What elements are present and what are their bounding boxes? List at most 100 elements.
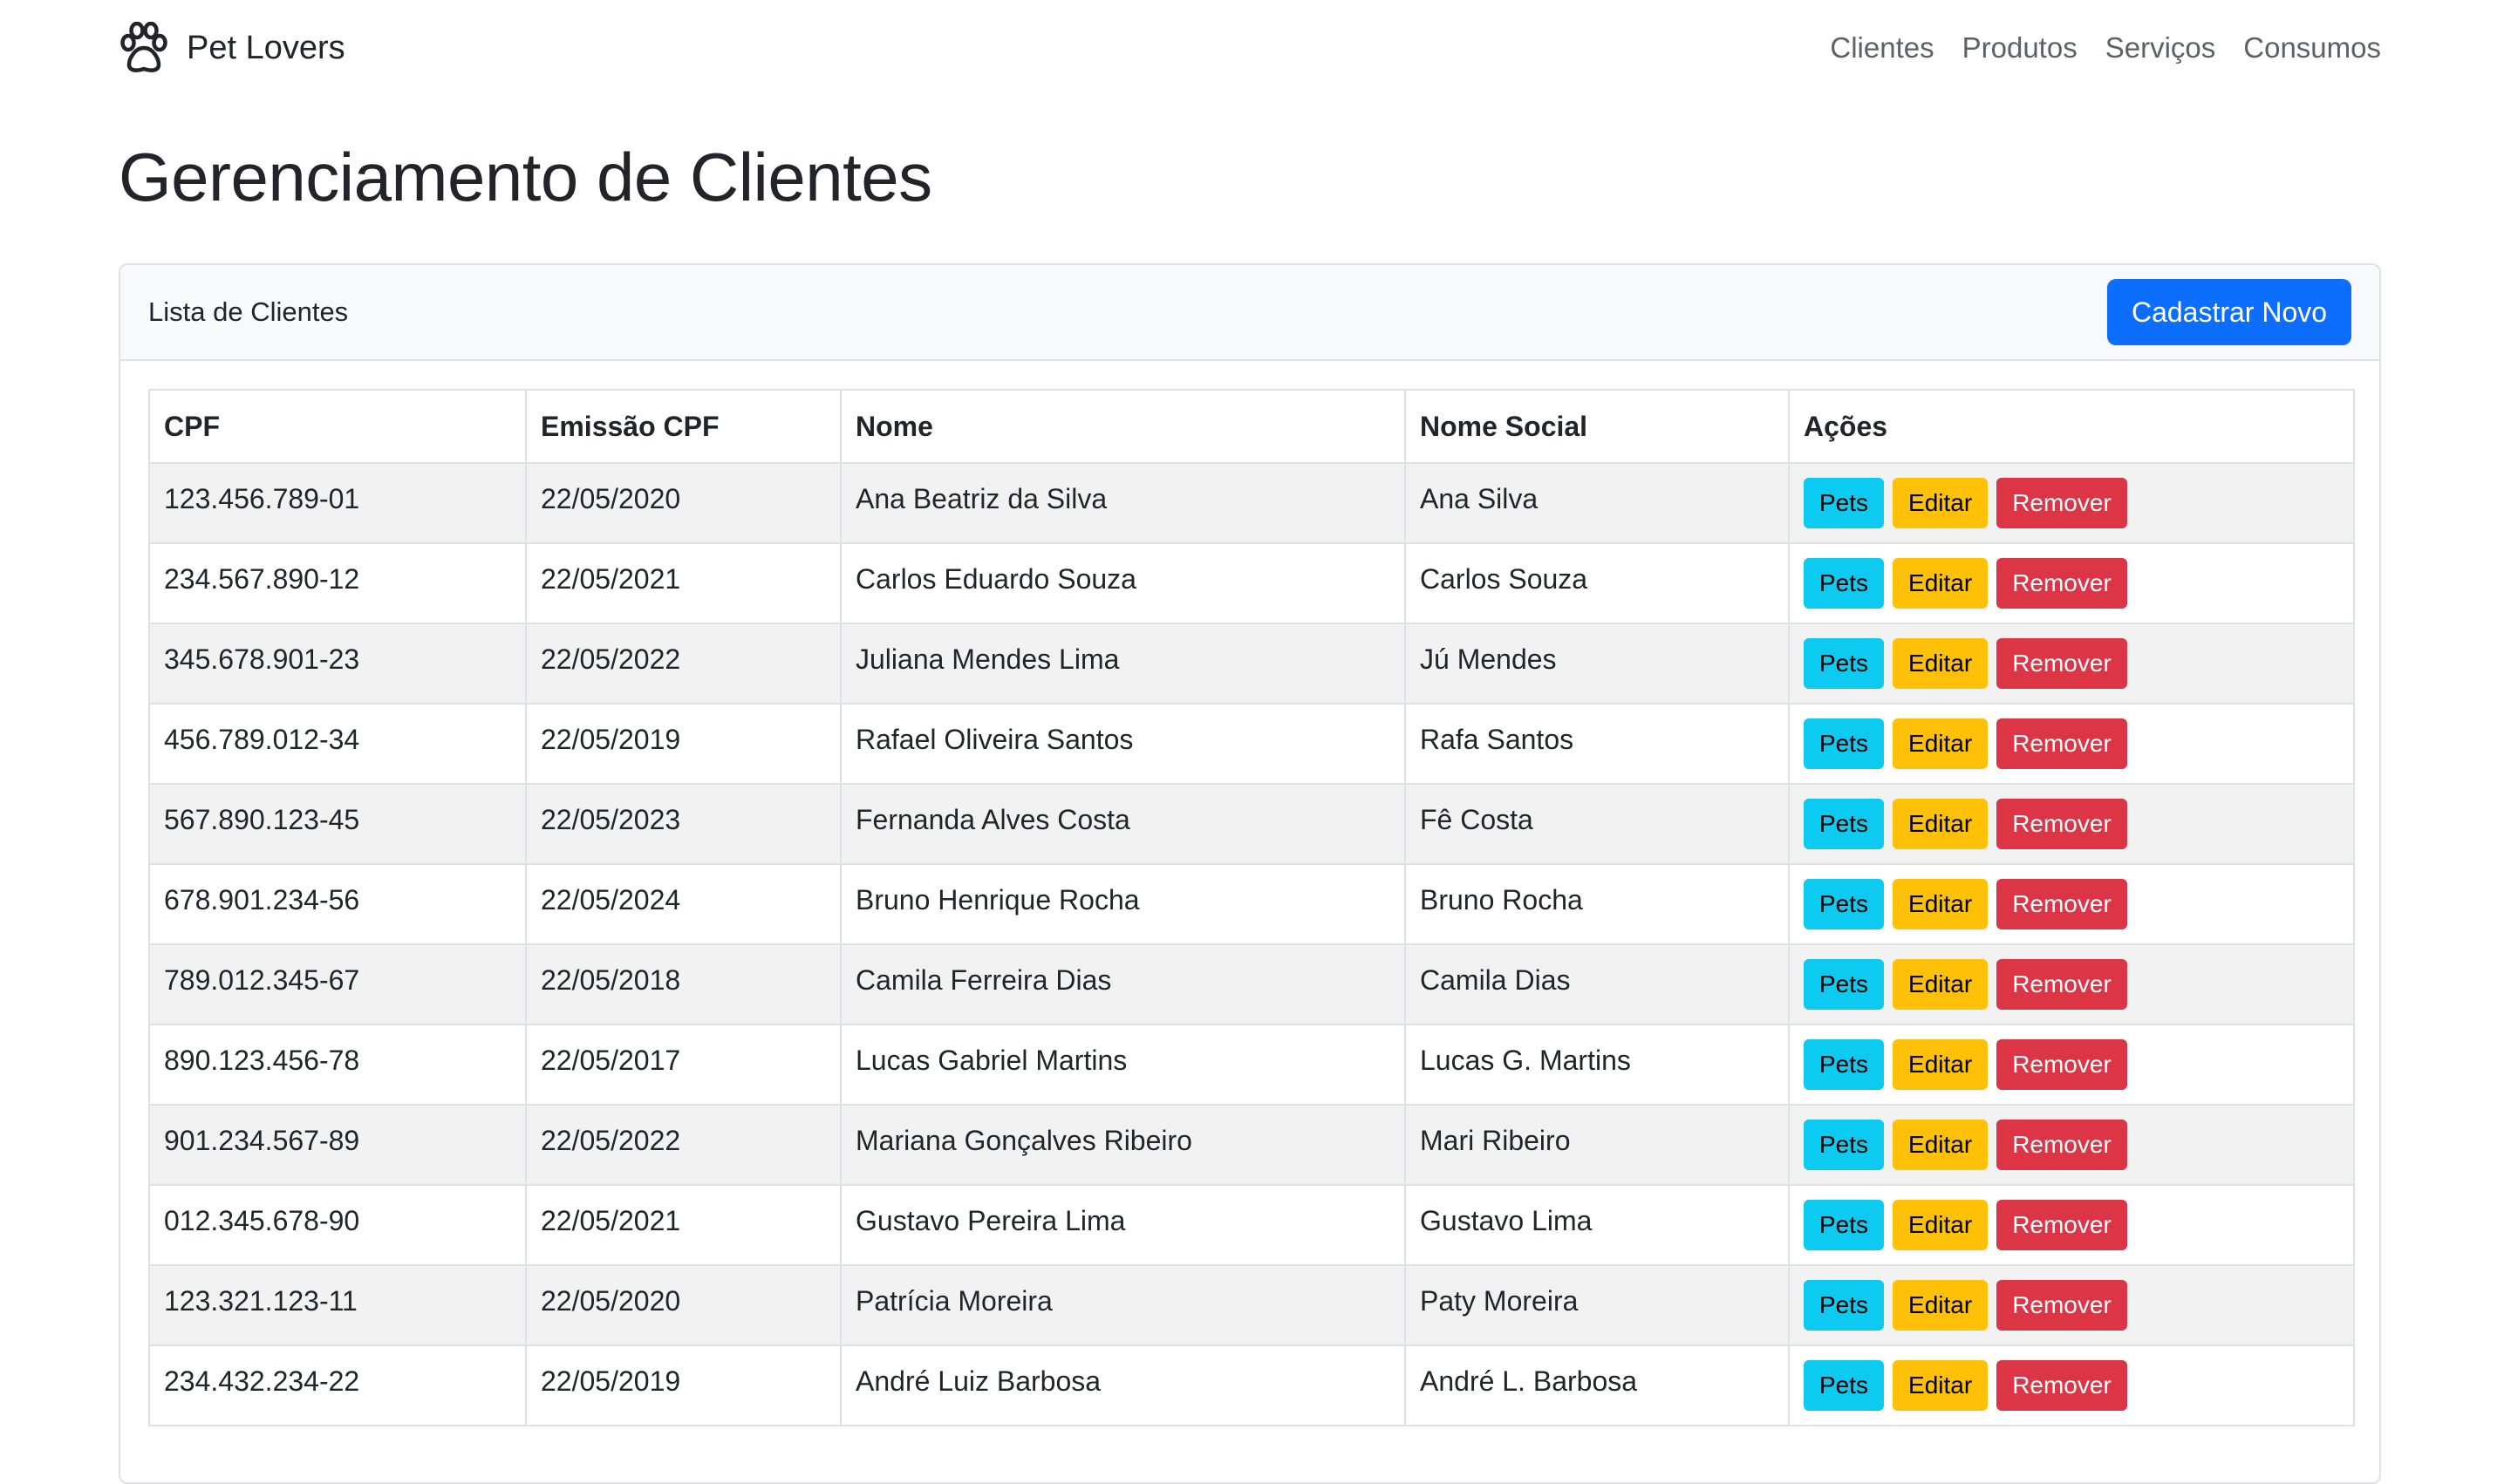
- remove-button[interactable]: Remover: [1996, 1280, 2127, 1331]
- pets-button[interactable]: Pets: [1804, 638, 1885, 689]
- nav-link-servicos[interactable]: Serviços: [2105, 31, 2216, 65]
- pets-button[interactable]: Pets: [1804, 959, 1885, 1010]
- cell-nome-social: Rafa Santos: [1404, 703, 1790, 785]
- pets-button[interactable]: Pets: [1804, 718, 1885, 769]
- remove-button[interactable]: Remover: [1996, 1120, 2127, 1170]
- page-title: Gerenciamento de Clientes: [119, 139, 932, 215]
- cell-nome-social: Carlos Souza: [1404, 542, 1790, 624]
- table-row: 234.432.234-22 22/05/2019 André Luiz Barbo…: [148, 1344, 2355, 1426]
- remove-button[interactable]: Remover: [1996, 638, 2127, 689]
- pets-button[interactable]: Pets: [1804, 1039, 1885, 1090]
- card-body: CPF Emissão CPF Nome Nome Social Ações 1…: [120, 361, 2379, 1426]
- cell-cpf: 123.456.789-01: [148, 462, 527, 544]
- edit-button[interactable]: Editar: [1893, 558, 1989, 609]
- column-header-emissao-cpf: Emissão CPF: [525, 389, 842, 464]
- cell-cpf: 901.234.567-89: [148, 1104, 527, 1186]
- edit-button[interactable]: Editar: [1893, 959, 1989, 1010]
- cell-actions: Pets Editar Remover: [1788, 863, 2355, 945]
- remove-button[interactable]: Remover: [1996, 1039, 2127, 1090]
- paw-icon: [119, 21, 169, 74]
- pets-button[interactable]: Pets: [1804, 1200, 1885, 1250]
- pets-button[interactable]: Pets: [1804, 1120, 1885, 1170]
- card-header-title: Lista de Clientes: [148, 296, 349, 327]
- pets-button[interactable]: Pets: [1804, 558, 1885, 609]
- remove-button[interactable]: Remover: [1996, 558, 2127, 609]
- nav-link-consumos[interactable]: Consumos: [2243, 31, 2381, 65]
- cell-nome-social: Gustavo Lima: [1404, 1184, 1790, 1266]
- table-row: 456.789.012-34 22/05/2019 Rafael Oliveira …: [148, 703, 2355, 785]
- table-header-row: CPF Emissão CPF Nome Nome Social Ações: [148, 389, 2355, 464]
- table-row: 678.901.234-56 22/05/2024 Bruno Henrique R…: [148, 863, 2355, 945]
- pets-button[interactable]: Pets: [1804, 799, 1885, 849]
- cell-actions: Pets Editar Remover: [1788, 1184, 2355, 1266]
- remove-button[interactable]: Remover: [1996, 478, 2127, 528]
- edit-button[interactable]: Editar: [1893, 1280, 1989, 1331]
- cell-nome: Bruno Henrique Rocha: [840, 863, 1406, 945]
- cell-nome: Gustavo Pereira Lima: [840, 1184, 1406, 1266]
- cell-cpf: 678.901.234-56: [148, 863, 527, 945]
- cell-actions: Pets Editar Remover: [1788, 943, 2355, 1025]
- remove-button[interactable]: Remover: [1996, 959, 2127, 1010]
- cell-nome-social: Mari Ribeiro: [1404, 1104, 1790, 1186]
- pets-button[interactable]: Pets: [1804, 879, 1885, 929]
- remove-button[interactable]: Remover: [1996, 1200, 2127, 1250]
- edit-button[interactable]: Editar: [1893, 1120, 1989, 1170]
- cell-emissao-cpf: 22/05/2020: [525, 462, 842, 544]
- table-row: 123.321.123-11 22/05/2020 Patrícia Moreira…: [148, 1264, 2355, 1346]
- cell-cpf: 456.789.012-34: [148, 703, 527, 785]
- cell-nome: Ana Beatriz da Silva: [840, 462, 1406, 544]
- cell-emissao-cpf: 22/05/2023: [525, 783, 842, 865]
- pets-button[interactable]: Pets: [1804, 478, 1885, 528]
- remove-button[interactable]: Remover: [1996, 799, 2127, 849]
- nav-links: Clientes Produtos Serviços Consumos: [1830, 31, 2381, 65]
- cell-nome-social: Lucas G. Martins: [1404, 1024, 1790, 1106]
- table-row: 890.123.456-78 22/05/2017 Lucas Gabriel Ma…: [148, 1024, 2355, 1106]
- edit-button[interactable]: Editar: [1893, 1200, 1989, 1250]
- cell-emissao-cpf: 22/05/2019: [525, 703, 842, 785]
- cell-nome: Patrícia Moreira: [840, 1264, 1406, 1346]
- clients-card: Lista de Clientes Cadastrar Novo CPF Emi…: [119, 263, 2381, 1484]
- edit-button[interactable]: Editar: [1893, 1360, 1989, 1411]
- cell-emissao-cpf: 22/05/2018: [525, 943, 842, 1025]
- table-row: 123.456.789-01 22/05/2020 Ana Beatriz da S…: [148, 462, 2355, 544]
- column-header-acoes: Ações: [1788, 389, 2355, 464]
- cell-nome: Camila Ferreira Dias: [840, 943, 1406, 1025]
- pets-button[interactable]: Pets: [1804, 1280, 1885, 1331]
- card-header: Lista de Clientes Cadastrar Novo: [120, 265, 2379, 361]
- edit-button[interactable]: Editar: [1893, 879, 1989, 929]
- column-header-nome-social: Nome Social: [1404, 389, 1790, 464]
- cell-nome: Carlos Eduardo Souza: [840, 542, 1406, 624]
- cell-cpf: 234.432.234-22: [148, 1344, 527, 1426]
- edit-button[interactable]: Editar: [1893, 638, 1989, 689]
- table-row: 234.567.890-12 22/05/2021 Carlos Eduardo S…: [148, 542, 2355, 624]
- cell-emissao-cpf: 22/05/2021: [525, 1184, 842, 1266]
- remove-button[interactable]: Remover: [1996, 1360, 2127, 1411]
- nav-link-clientes[interactable]: Clientes: [1830, 31, 1934, 65]
- cell-nome-social: Camila Dias: [1404, 943, 1790, 1025]
- cell-nome: Fernanda Alves Costa: [840, 783, 1406, 865]
- remove-button[interactable]: Remover: [1996, 879, 2127, 929]
- column-header-nome: Nome: [840, 389, 1406, 464]
- edit-button[interactable]: Editar: [1893, 718, 1989, 769]
- cell-nome-social: Ana Silva: [1404, 462, 1790, 544]
- table-row: 345.678.901-23 22/05/2022 Juliana Mendes L…: [148, 623, 2355, 705]
- edit-button[interactable]: Editar: [1893, 478, 1989, 528]
- pets-button[interactable]: Pets: [1804, 1360, 1885, 1411]
- edit-button[interactable]: Editar: [1893, 1039, 1989, 1090]
- nav-link-produtos[interactable]: Produtos: [1962, 31, 2078, 65]
- cell-nome-social: Bruno Rocha: [1404, 863, 1790, 945]
- table-row: 901.234.567-89 22/05/2022 Mariana Gonçalve…: [148, 1104, 2355, 1186]
- cell-emissao-cpf: 22/05/2017: [525, 1024, 842, 1106]
- new-client-button[interactable]: Cadastrar Novo: [2107, 279, 2351, 345]
- cell-cpf: 567.890.123-45: [148, 783, 527, 865]
- cell-actions: Pets Editar Remover: [1788, 703, 2355, 785]
- cell-cpf: 234.567.890-12: [148, 542, 527, 624]
- cell-emissao-cpf: 22/05/2022: [525, 623, 842, 705]
- cell-cpf: 123.321.123-11: [148, 1264, 527, 1346]
- cell-emissao-cpf: 22/05/2022: [525, 1104, 842, 1186]
- cell-emissao-cpf: 22/05/2019: [525, 1344, 842, 1426]
- brand-link[interactable]: Pet Lovers: [119, 21, 345, 74]
- cell-actions: Pets Editar Remover: [1788, 1344, 2355, 1426]
- edit-button[interactable]: Editar: [1893, 799, 1989, 849]
- remove-button[interactable]: Remover: [1996, 718, 2127, 769]
